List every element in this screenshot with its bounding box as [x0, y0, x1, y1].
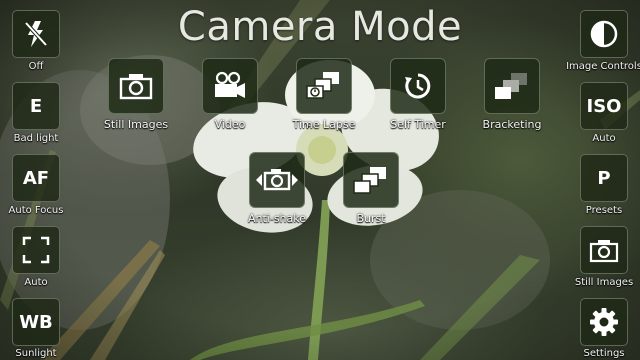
capture-mode-label: Still Images [574, 277, 634, 288]
mode-self-timer[interactable] [390, 58, 446, 114]
flash-label: Off [28, 61, 44, 72]
page-title: Camera Mode [177, 4, 463, 50]
image-controls-button[interactable] [580, 10, 628, 58]
mode-anti-shake[interactable] [249, 152, 305, 208]
contrast-icon [590, 20, 618, 48]
presets-text: P [597, 167, 611, 189]
iso-button[interactable]: ISO [580, 82, 628, 130]
mode-bracketing-label: Bracketing [482, 118, 542, 131]
mode-still-images[interactable] [108, 58, 164, 114]
time-lapse-icon [306, 72, 339, 99]
camera-icon [119, 74, 153, 100]
scene-label: Auto [24, 277, 48, 288]
settings-label: Settings [583, 348, 625, 359]
presets-label: Presets [585, 205, 623, 216]
white-balance-button[interactable]: WB [12, 298, 60, 346]
white-balance-label: Sunlight [15, 348, 57, 359]
flash-button[interactable] [12, 10, 60, 58]
bracketing-icon [495, 73, 527, 99]
anti-shake-icon [256, 169, 298, 191]
settings-button[interactable] [580, 298, 628, 346]
mode-burst-label: Burst [356, 212, 386, 225]
iso-label: Auto [592, 133, 616, 144]
exposure-text: E [29, 95, 43, 117]
image-controls-label: Image Controls [566, 61, 640, 72]
focus-text: AF [22, 167, 50, 189]
video-camera-icon [215, 71, 245, 98]
iso-text: ISO [586, 95, 622, 117]
camera-icon [589, 240, 619, 263]
focus-button[interactable]: AF [12, 154, 60, 202]
mode-bracketing[interactable] [484, 58, 540, 114]
self-timer-icon [405, 73, 431, 99]
capture-mode-button[interactable] [580, 226, 628, 274]
gear-icon [590, 308, 618, 336]
flower-scene [0, 0, 640, 360]
scene-button[interactable] [12, 226, 60, 274]
exposure-label: Bad light [13, 133, 59, 144]
presets-button[interactable]: P [580, 154, 628, 202]
mode-time-lapse[interactable] [296, 58, 352, 114]
burst-icon [353, 167, 386, 194]
focus-label: Auto Focus [8, 205, 64, 216]
mode-burst[interactable] [343, 152, 399, 208]
frame-corners-icon [22, 236, 50, 264]
exposure-button[interactable]: E [12, 82, 60, 130]
mode-video[interactable] [202, 58, 258, 114]
white-balance-text: WB [19, 311, 53, 333]
flash-off-icon [24, 21, 48, 47]
viewfinder-background [0, 0, 640, 360]
